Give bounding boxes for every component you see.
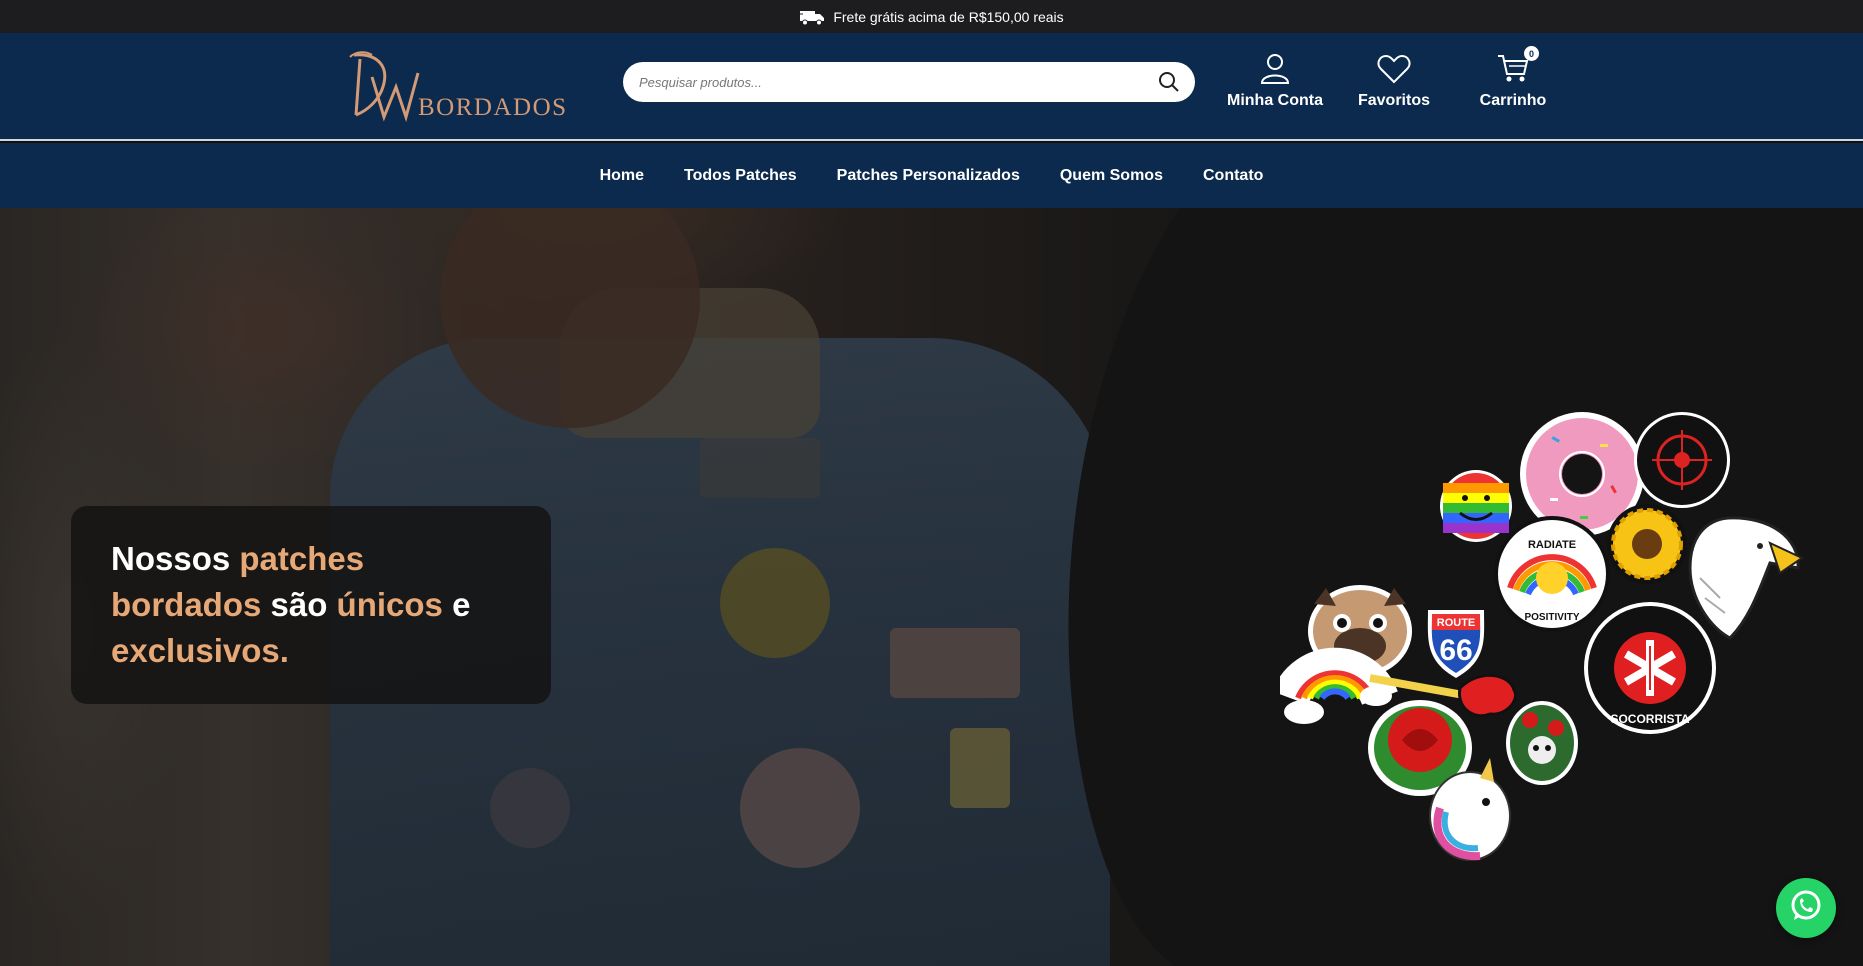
favorites-label: Favoritos xyxy=(1357,92,1430,109)
smiley-patch xyxy=(1440,470,1512,542)
account-label: Minha Conta xyxy=(1227,92,1323,109)
socorrista-text: SOCORRISTA xyxy=(1610,712,1689,726)
hero-headline: Nossos patches bordados são únicos e exc… xyxy=(111,536,511,674)
hero-text: são xyxy=(261,586,337,623)
cart-label: Carrinho xyxy=(1479,92,1547,109)
heart-icon xyxy=(1377,50,1411,84)
route-66-patch: ROUTE 66 xyxy=(1427,610,1485,678)
eagle-patch xyxy=(1688,516,1805,640)
hero-highlight: únicos xyxy=(336,586,443,623)
radiate-positivity-patch: RADIATE POSITIVITY xyxy=(1494,516,1610,632)
shipping-banner: Frete grátis acima de R$150,00 reais xyxy=(0,0,1863,33)
jacket-patch xyxy=(720,548,830,658)
cart-link[interactable]: 0 Carrinho xyxy=(1453,46,1573,110)
jacket-patch xyxy=(490,768,570,848)
nav-item-home[interactable]: Home xyxy=(600,167,644,185)
hero-text: e xyxy=(442,586,471,623)
route-text: ROUTE xyxy=(1437,617,1476,629)
shipping-text: Frete grátis acima de R$150,00 reais xyxy=(833,8,1064,25)
radiate-text: RADIATE xyxy=(1528,539,1576,551)
favorites-link[interactable]: Favoritos xyxy=(1334,50,1454,110)
positivity-text: POSITIVITY xyxy=(1524,612,1579,623)
jacket-patch xyxy=(700,438,820,498)
whatsapp-icon xyxy=(1788,888,1824,929)
cart-count-badge: 0 xyxy=(1524,46,1539,61)
socorrista-patch: SOCORRISTA xyxy=(1584,602,1716,734)
brand-logo[interactable]: BORDADOS xyxy=(346,49,566,125)
truck-icon xyxy=(799,8,825,26)
jacket-patch xyxy=(950,728,1010,808)
search-input[interactable] xyxy=(639,74,1157,90)
nav-item-quem-somos[interactable]: Quem Somos xyxy=(1060,167,1163,185)
patches-collage: RADIATE POSITIVITY ROUTE 66 SOCORRISTA xyxy=(1280,412,1805,861)
hero-highlight: patches xyxy=(239,540,365,577)
jacket-patch xyxy=(890,628,1020,698)
skull-roses-patch xyxy=(1506,701,1578,785)
nav-item-todos-patches[interactable]: Todos Patches xyxy=(684,167,797,185)
hero-highlight: exclusivos. xyxy=(111,632,289,669)
jacket-patch xyxy=(740,748,860,868)
whatsapp-button[interactable] xyxy=(1776,878,1836,938)
hero-text: Nossos xyxy=(111,540,240,577)
cart-icon: 0 xyxy=(1497,46,1539,84)
hero-banner: Nossos patches bordados são únicos e exc… xyxy=(0,208,1863,966)
account-link[interactable]: Minha Conta xyxy=(1215,50,1335,110)
user-icon xyxy=(1259,50,1291,84)
hero-highlight: bordados xyxy=(111,586,262,623)
main-nav: Home Todos Patches Patches Personalizado… xyxy=(0,143,1863,208)
target-patch xyxy=(1634,412,1730,508)
hero-headline-card: Nossos patches bordados são únicos e exc… xyxy=(71,506,551,704)
search-bar[interactable] xyxy=(623,62,1195,102)
site-header: BORDADOS Minha Conta Favoritos xyxy=(0,33,1863,141)
sunflower-patch xyxy=(1607,504,1687,584)
nav-item-patches-personalizados[interactable]: Patches Personalizados xyxy=(837,167,1020,185)
route-number: 66 xyxy=(1439,634,1472,667)
search-icon[interactable] xyxy=(1157,70,1181,94)
nav-item-contato[interactable]: Contato xyxy=(1203,167,1263,185)
logo-wordmark: BORDADOS xyxy=(418,94,568,121)
